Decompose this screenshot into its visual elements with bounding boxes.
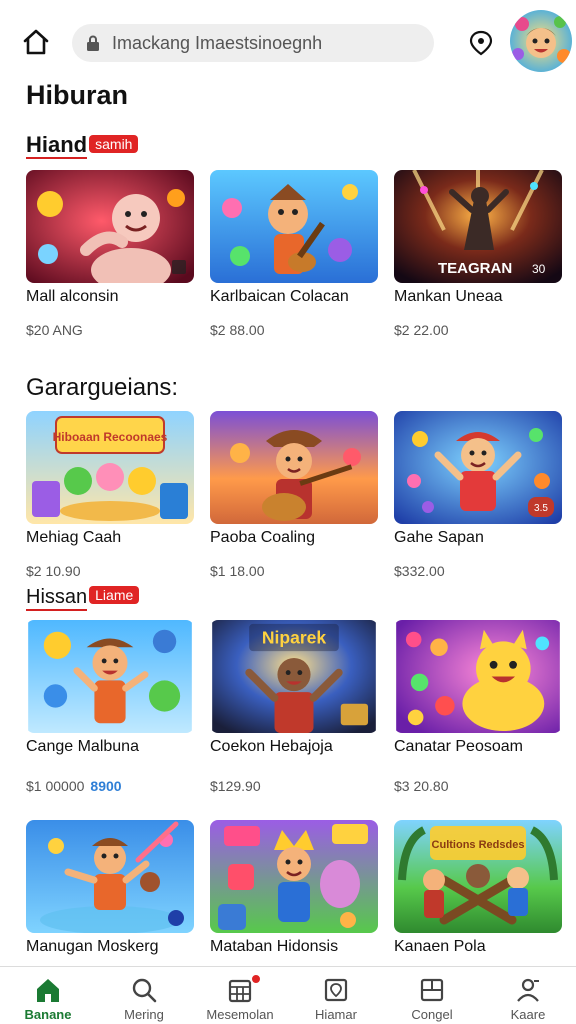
tab-label: Mesemolan [206, 1007, 274, 1022]
game-thumbnail: 3.5 [394, 411, 562, 524]
section-badge: Liame [89, 586, 140, 604]
game-card[interactable]: 3.5 Gahe Sapan $332.00 [394, 411, 562, 579]
game-thumbnail [396, 620, 560, 733]
game-price: $3 20.80 [394, 778, 449, 794]
search-icon [132, 978, 157, 1003]
price-extra: 8900 [90, 778, 122, 794]
section-badge: samih [89, 135, 139, 153]
game-name: Coekon Hebajoja [210, 738, 333, 755]
thumb-text: Hiboaan Recoonaes [53, 430, 168, 444]
game-price: $20 ANG [26, 322, 83, 338]
game-name: Mankan Uneaa [394, 288, 503, 305]
section-title: Hiand samih [26, 132, 139, 159]
game-card[interactable]: Mataban Hidonsis [210, 820, 378, 955]
avatar[interactable] [510, 10, 572, 72]
game-name: Mehiag Caah [26, 529, 122, 546]
thumb-badge: 3.5 [534, 503, 548, 514]
section-title: Hissan Liame [26, 585, 140, 611]
game-thumbnail [26, 170, 194, 283]
game-thumbnail [210, 820, 378, 933]
price-value: $1 00000 [26, 778, 85, 794]
url-bar[interactable]: Imackang Imaestsinoegnh [72, 24, 434, 62]
tab-label: Kaare [510, 1007, 546, 1022]
section-heading: Garargueians: [26, 374, 179, 401]
lock-icon [87, 35, 99, 51]
url-text: Imackang Imaestsinoegnh [112, 33, 323, 53]
profile-icon [517, 978, 539, 1002]
game-thumbnail [28, 620, 192, 733]
thumb-badge: 30 [532, 262, 546, 276]
game-name: Paoba Coaling [210, 529, 315, 546]
game-thumbnail [210, 170, 378, 283]
home-icon [37, 979, 59, 1002]
game-card[interactable]: Cultions Redsdes Kanaen Pola [394, 820, 562, 955]
game-thumbnail: TEAGRAN 30 [394, 170, 562, 283]
section-title: Garargueians: [26, 374, 178, 402]
game-name: Mataban Hidonsis [210, 938, 339, 955]
game-card[interactable]: Hiboaan Recoonaes Mehiag Caah $2 10.90 [26, 411, 194, 579]
game-price: $2 10.90 [26, 563, 81, 579]
game-card[interactable]: Canatar Peosoam $3 20.80 [394, 620, 562, 794]
game-price: $1 18.00 [210, 563, 265, 579]
game-card[interactable]: Karlbaican Colacan $2 88.00 [210, 170, 378, 338]
tab-search[interactable]: Mering [96, 967, 192, 1024]
game-thumbnail: Niparek [212, 620, 376, 733]
grid-icon [420, 978, 444, 1002]
game-thumbnail: Hiboaan Recoonaes [26, 411, 194, 524]
tab-profile[interactable]: Kaare [480, 967, 576, 1024]
game-name: Gahe Sapan [394, 529, 484, 546]
thumb-text: Niparek [262, 627, 327, 647]
game-price: $129.90 [210, 778, 261, 794]
game-name: Mall alconsin [26, 288, 119, 305]
tab-home[interactable]: Banane [0, 967, 96, 1024]
game-price: $2 22.00 [394, 322, 449, 338]
tab-location[interactable]: Hiamar [288, 967, 384, 1024]
game-name: Canatar Peosoam [394, 738, 523, 755]
location-badge-icon[interactable] [466, 28, 496, 58]
tab-label: Hiamar [315, 1007, 357, 1022]
thumb-text: Cultions Redsdes [432, 839, 525, 851]
game-name: Cange Malbuna [26, 738, 139, 755]
location-pin-icon [324, 978, 348, 1002]
game-card[interactable]: Niparek Coekon Hebajoja $129.90 [210, 620, 378, 794]
tab-label: Congel [411, 1007, 453, 1022]
game-name: Karlbaican Colacan [210, 288, 349, 305]
tab-label: Banane [24, 1007, 72, 1022]
section-heading: Hissan [26, 585, 88, 611]
game-thumbnail [26, 820, 194, 933]
thumb-text: TEAGRAN [438, 260, 512, 277]
game-card[interactable]: Cange Malbuna $1 00000 8900 [26, 620, 194, 794]
game-price: $2 88.00 [210, 322, 265, 338]
section-heading: Hiand [26, 132, 88, 159]
notification-dot [250, 973, 262, 985]
top-bar: Imackang Imaestsinoegnh [0, 0, 576, 84]
game-card[interactable]: Mall alconsin $20 ANG [26, 170, 194, 338]
game-card[interactable]: Manugan Moskerg [26, 820, 194, 955]
game-name: Manugan Moskerg [26, 938, 159, 955]
game-price: $332.00 [394, 563, 445, 579]
game-price: $1 00000 8900 [26, 778, 122, 794]
game-card[interactable]: TEAGRAN 30 Mankan Uneaa $2 22.00 [394, 170, 562, 338]
tab-calendar[interactable]: Mesemolan [192, 967, 288, 1024]
home-icon[interactable] [20, 26, 52, 58]
game-name: Kanaen Pola [394, 938, 486, 955]
tab-grid[interactable]: Congel [384, 967, 480, 1024]
game-thumbnail: Cultions Redsdes [394, 820, 562, 933]
page-title: Hiburan [26, 80, 129, 110]
bottom-tab-bar: Banane Mering Mesemolan Hiamar Congel Ka… [0, 966, 576, 1024]
game-card[interactable]: Paoba Coaling $1 18.00 [210, 411, 378, 579]
tab-label: Mering [124, 1007, 164, 1022]
game-thumbnail [210, 411, 378, 524]
